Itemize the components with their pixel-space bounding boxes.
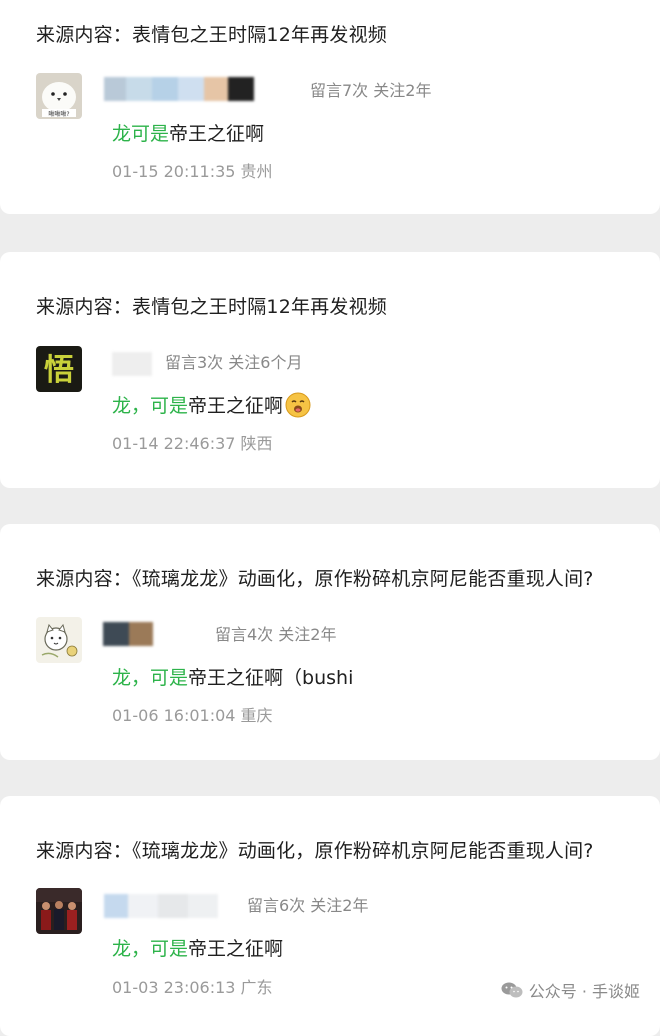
comment-green: ，可是: [131, 667, 189, 689]
cheeky-face-emoji-icon: [285, 392, 311, 417]
comment-timestamp: 01-14 22:46:37 陕西: [112, 434, 273, 453]
user-avatar[interactable]: [36, 888, 82, 934]
user-stats: 留言3次 关注6个月: [165, 353, 303, 372]
calligraphy-avatar-icon: 悟: [36, 346, 82, 392]
redacted-username: [104, 77, 254, 101]
comment-text: 龙 ，可是 帝王之征啊: [112, 934, 283, 961]
svg-text:啾啾啾?: 啾啾啾?: [48, 110, 69, 118]
comment-rest: 帝王之征啊: [188, 395, 284, 417]
user-avatar[interactable]: 悟: [36, 346, 82, 392]
comment-rest: 帝王之征啊: [188, 938, 284, 960]
comment-text: 龙 可是 帝王之征啊: [112, 119, 264, 146]
comment-card-1: 来源内容：表情包之王时隔12年再发视频 啾啾啾? 留言7次 关注2年 龙 可是 …: [0, 0, 660, 214]
source-title[interactable]: 来源内容：表情包之王时隔12年再发视频: [36, 20, 387, 47]
comment-green: 可是: [131, 123, 170, 145]
white-bird-avatar-icon: 啾啾啾?: [36, 73, 82, 119]
comment-card-2: 来源内容：表情包之王时隔12年再发视频 悟 留言3次 关注6个月 龙 ，可是 帝…: [0, 252, 660, 488]
comment-prefix: 龙: [112, 667, 132, 689]
comment-timestamp: 01-15 20:11:35 贵州: [112, 162, 273, 181]
user-stats: 留言6次 关注2年: [247, 896, 369, 915]
comment-text: 龙 ，可是 帝王之征啊（bushi: [112, 663, 353, 690]
user-avatar[interactable]: 啾啾啾?: [36, 73, 82, 119]
cartoon-cat-avatar-icon: [36, 617, 82, 663]
redacted-username: [104, 894, 218, 918]
user-stats: 留言4次 关注2年: [215, 625, 337, 644]
comment-green: ，可是: [131, 395, 189, 417]
user-avatar[interactable]: [36, 617, 82, 663]
source-title[interactable]: 来源内容：表情包之王时隔12年再发视频: [36, 292, 387, 319]
redacted-username: [103, 622, 153, 646]
redacted-username: [112, 352, 152, 376]
svg-text:悟: 悟: [44, 353, 74, 388]
comment-prefix: 龙: [112, 395, 132, 417]
comment-timestamp: 01-06 16:01:04 重庆: [112, 706, 273, 725]
group-photo-avatar-icon: [36, 888, 82, 934]
watermark: 公众号 · 手谈姬: [501, 978, 640, 1002]
comment-prefix: 龙: [112, 938, 132, 960]
comment-rest: 帝王之征啊: [169, 123, 265, 145]
comment-card-3: 来源内容：《琉璃龙龙》动画化，原作粉碎机京阿尼能否重现人间? 留言4次 关注2年…: [0, 524, 660, 760]
comment-prefix: 龙: [112, 123, 132, 145]
source-title[interactable]: 来源内容：《琉璃龙龙》动画化，原作粉碎机京阿尼能否重现人间?: [36, 564, 594, 591]
comment-rest: 帝王之征啊（bushi: [188, 667, 354, 689]
source-title[interactable]: 来源内容：《琉璃龙龙》动画化，原作粉碎机京阿尼能否重现人间?: [36, 836, 594, 863]
user-stats: 留言7次 关注2年: [310, 81, 432, 100]
watermark-label: 公众号 · 手谈姬: [528, 982, 640, 1001]
comment-text: 龙 ，可是 帝王之征啊: [112, 391, 311, 418]
wechat-official-account-icon: [501, 982, 523, 998]
comment-timestamp: 01-03 23:06:13 广东: [112, 978, 273, 997]
comment-green: ，可是: [131, 938, 189, 960]
